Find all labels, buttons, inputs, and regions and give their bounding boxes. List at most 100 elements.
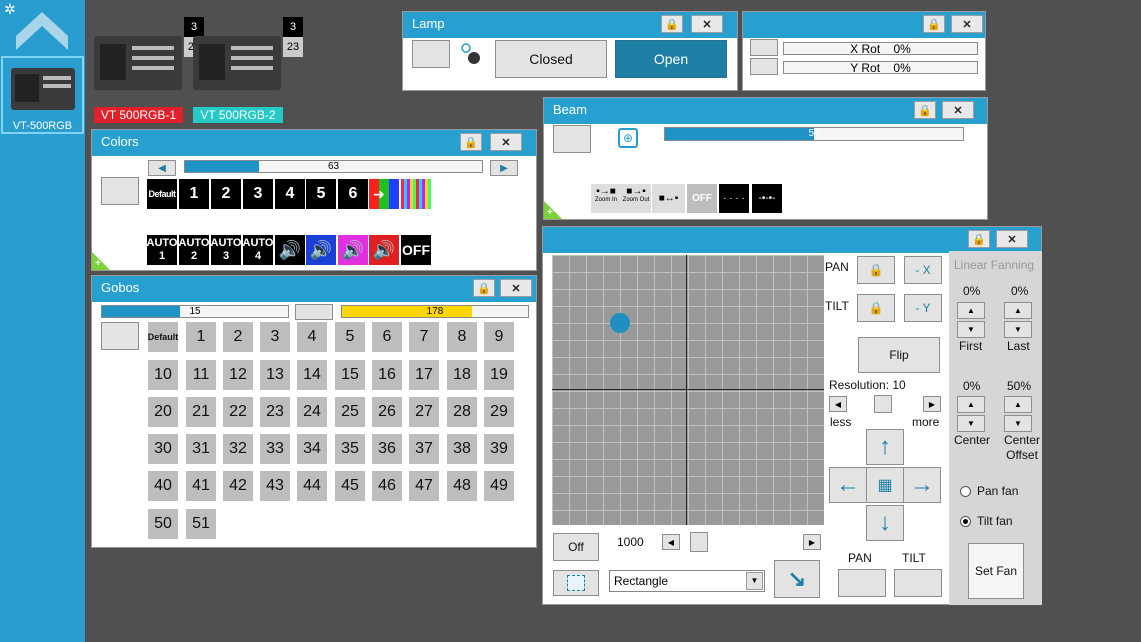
color-next-button[interactable]: ▶ xyxy=(490,160,518,176)
gobo-button-9[interactable]: 9 xyxy=(484,322,514,352)
last-up-button[interactable]: ▲ xyxy=(1004,302,1032,319)
device-label-2[interactable]: VT 500RGB-2 xyxy=(193,107,283,123)
arrow-up-icon[interactable]: ↑ xyxy=(866,429,904,465)
first-down-button[interactable]: ▼ xyxy=(957,321,985,338)
arrow-right-icon[interactable]: → xyxy=(903,467,941,503)
close-button[interactable]: ✕ xyxy=(490,133,522,151)
gobo-button-1[interactable]: 1 xyxy=(186,322,216,352)
gobo-button-26[interactable]: 26 xyxy=(372,397,402,427)
gobo-swatch[interactable] xyxy=(101,322,139,350)
dotted-line-button[interactable]: · · · · xyxy=(719,184,749,213)
dashed-line-button[interactable]: -•-•- xyxy=(752,184,782,213)
gobo-button-10[interactable]: 10 xyxy=(148,360,178,390)
gobo-button-5[interactable]: 5 xyxy=(335,322,365,352)
color-auto-4[interactable]: AUTO 4 xyxy=(243,235,273,265)
offset-down-button[interactable]: ▼ xyxy=(1004,415,1032,432)
color-auto-2[interactable]: AUTO 2 xyxy=(179,235,209,265)
device-thumb-1[interactable] xyxy=(94,36,182,90)
gobo-button-49[interactable]: 49 xyxy=(484,471,514,501)
gobo-default-button[interactable]: Default xyxy=(148,322,178,352)
tilt-fan-radio[interactable] xyxy=(960,516,971,527)
color-button-5[interactable]: 5 xyxy=(306,179,336,209)
center-down-button[interactable]: ▼ xyxy=(957,415,985,432)
close-button[interactable]: ✕ xyxy=(951,15,983,33)
gobo-button-31[interactable]: 31 xyxy=(186,434,216,464)
apply-shape-button[interactable]: ↘ xyxy=(774,560,820,598)
gobo-button-36[interactable]: 36 xyxy=(372,434,402,464)
gobo-button-42[interactable]: 42 xyxy=(223,471,253,501)
gobo-mid-button[interactable] xyxy=(295,304,333,320)
lock-icon[interactable]: 🔒 xyxy=(914,101,936,119)
gobo-button-47[interactable]: 47 xyxy=(409,471,439,501)
color-prev-button[interactable]: ◀ xyxy=(148,160,176,176)
speed-right-button[interactable]: ▶ xyxy=(803,534,821,550)
device-label-1[interactable]: VT 500RGB-1 xyxy=(94,107,183,123)
gobo-button-16[interactable]: 16 xyxy=(372,360,402,390)
shape-select-icon[interactable] xyxy=(553,570,599,596)
device-tile[interactable]: VT-500RGB xyxy=(1,56,84,134)
gobo-slider-1[interactable]: 15 xyxy=(101,305,289,318)
color-off-button[interactable]: OFF xyxy=(401,235,431,265)
color-auto-1[interactable]: AUTO 1 xyxy=(147,235,177,265)
gobo-button-51[interactable]: 51 xyxy=(186,509,216,539)
speed-thumb[interactable] xyxy=(690,532,708,552)
zoom-target-icon[interactable]: ⊕ xyxy=(618,128,638,148)
pattern-off-button[interactable]: Off xyxy=(553,533,599,561)
gobo-button-43[interactable]: 43 xyxy=(260,471,290,501)
gobo-button-27[interactable]: 27 xyxy=(409,397,439,427)
pan-lock-button[interactable]: 🔒 xyxy=(857,256,895,284)
color-button-4[interactable]: 4 xyxy=(275,179,305,209)
zoom-toggle-button[interactable]: ■↔▪ xyxy=(652,184,685,213)
color-swatch[interactable] xyxy=(101,177,139,205)
resolution-more-button[interactable]: ▶ xyxy=(923,396,941,412)
lock-icon[interactable]: 🔒 xyxy=(923,15,945,33)
gobo-button-22[interactable]: 22 xyxy=(223,397,253,427)
gobo-button-18[interactable]: 18 xyxy=(447,360,477,390)
color-split-button[interactable]: ➜ xyxy=(369,179,399,209)
gobo-button-14[interactable]: 14 xyxy=(297,360,327,390)
gobo-slider-2[interactable]: 178 xyxy=(341,305,529,318)
center-up-button[interactable]: ▲ xyxy=(957,396,985,413)
lamp-open-button[interactable]: Open xyxy=(615,40,727,78)
center-icon[interactable]: ▦ xyxy=(866,467,904,503)
arrow-left-icon[interactable]: ← xyxy=(829,467,867,503)
gobo-button-37[interactable]: 37 xyxy=(409,434,439,464)
neg-x-button[interactable]: - X xyxy=(904,256,942,284)
gobo-button-23[interactable]: 23 xyxy=(260,397,290,427)
color-button-6[interactable]: 6 xyxy=(338,179,368,209)
gobo-button-30[interactable]: 30 xyxy=(148,434,178,464)
collapse-up-icon[interactable] xyxy=(14,10,70,52)
gobo-button-50[interactable]: 50 xyxy=(148,509,178,539)
gobo-button-21[interactable]: 21 xyxy=(186,397,216,427)
beam-slider[interactable]: 50 xyxy=(664,127,964,141)
gobo-button-11[interactable]: 11 xyxy=(186,360,216,390)
beam-color-swatch[interactable] xyxy=(553,125,591,153)
sound-blue-icon[interactable]: 🔊 xyxy=(306,235,336,265)
gobo-button-38[interactable]: 38 xyxy=(447,434,477,464)
lock-icon[interactable]: 🔒 xyxy=(661,15,683,33)
beam-off-button[interactable]: OFF xyxy=(687,184,717,213)
sound-red-icon[interactable]: 🔊 xyxy=(369,235,399,265)
x-rot-slider[interactable]: X Rot 0% xyxy=(783,42,978,55)
speed-left-button[interactable]: ◀ xyxy=(662,534,680,550)
gobo-button-6[interactable]: 6 xyxy=(372,322,402,352)
gobo-button-44[interactable]: 44 xyxy=(297,471,327,501)
close-button[interactable]: ✕ xyxy=(500,279,532,297)
y-rot-button[interactable] xyxy=(750,58,778,75)
gobo-button-45[interactable]: 45 xyxy=(335,471,365,501)
set-fan-button[interactable]: Set Fan xyxy=(968,543,1024,599)
neg-y-button[interactable]: - Y xyxy=(904,294,942,322)
gobo-button-29[interactable]: 29 xyxy=(484,397,514,427)
position-dot[interactable] xyxy=(610,313,630,333)
zoom-in-button[interactable]: ▪→■ Zoom In xyxy=(591,184,621,213)
gobo-button-20[interactable]: 20 xyxy=(148,397,178,427)
close-button[interactable]: ✕ xyxy=(942,101,974,119)
gobo-button-7[interactable]: 7 xyxy=(409,322,439,352)
sound-white-icon[interactable]: 🔊 xyxy=(275,235,305,265)
device-thumb-2[interactable] xyxy=(193,36,281,90)
last-down-button[interactable]: ▼ xyxy=(1004,321,1032,338)
color-default-button[interactable]: Default xyxy=(147,179,177,209)
gobo-button-13[interactable]: 13 xyxy=(260,360,290,390)
zoom-out-button[interactable]: ■→▪ Zoom Out xyxy=(621,184,651,213)
color-auto-3[interactable]: AUTO 3 xyxy=(211,235,241,265)
